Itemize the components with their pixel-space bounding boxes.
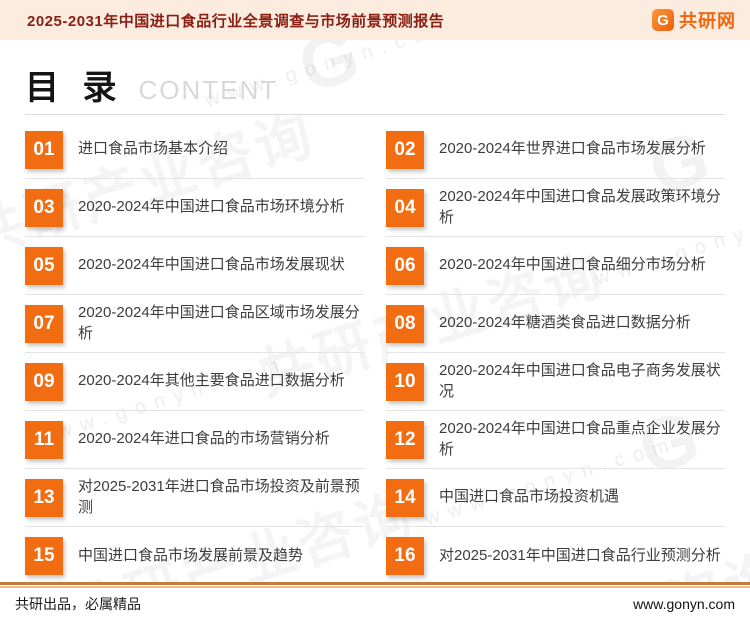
toc-item: 03 2020-2024年中国进口食品市场环境分析 [25,179,364,237]
toc-item-number-badge: 12 [386,421,424,459]
toc-item-number-badge: 15 [25,537,63,575]
toc-item-number-badge: 13 [25,479,63,517]
toc-item: 07 2020-2024年中国进口食品区域市场发展分析 [25,295,364,353]
toc-item-label: 2020-2024年中国进口食品发展政策环境分析 [439,187,725,228]
toc-item-number-badge: 08 [386,305,424,343]
toc-title-zh: 目 录 [25,60,123,109]
toc-item-label: 2020-2024年中国进口食品细分市场分析 [439,255,706,275]
toc-item-number-badge: 03 [25,189,63,227]
toc-item-number-badge: 06 [386,247,424,285]
toc-title-en: CONTENT [138,75,278,106]
footer-bar: 共研出品，必属精品 www.gonyn.com [0,582,750,622]
toc-item: 12 2020-2024年中国进口食品重点企业发展分析 [386,411,725,469]
toc-heading: 目 录 CONTENT [25,60,725,106]
toc-item: 10 2020-2024年中国进口食品电子商务发展状况 [386,353,725,411]
toc-item-label: 中国进口食品市场投资机遇 [439,487,619,507]
toc-item: 05 2020-2024年中国进口食品市场发展现状 [25,237,364,295]
toc-item: 01 进口食品市场基本介绍 [25,121,364,179]
toc-item-number-badge: 05 [25,247,63,285]
toc-item-number-badge: 04 [386,189,424,227]
toc-item: 15 中国进口食品市场发展前景及趋势 [25,527,364,585]
toc-item-label: 2020-2024年世界进口食品市场发展分析 [439,139,706,159]
toc-item-label: 2020-2024年中国进口食品电子商务发展状况 [439,361,725,402]
header-bar: 2025-2031年中国进口食品行业全景调查与市场前景预测报告 G 共研网 [0,0,750,40]
toc-columns: 01 进口食品市场基本介绍 03 2020-2024年中国进口食品市场环境分析 … [25,121,725,585]
toc-item-label: 进口食品市场基本介绍 [78,139,228,159]
toc-item: 11 2020-2024年进口食品的市场营销分析 [25,411,364,469]
toc-item-number-badge: 07 [25,305,63,343]
toc-item-label: 2020-2024年中国进口食品市场发展现状 [78,255,345,275]
toc-column-left: 01 进口食品市场基本介绍 03 2020-2024年中国进口食品市场环境分析 … [25,121,364,585]
toc-item-number-badge: 11 [25,421,63,459]
toc-item: 04 2020-2024年中国进口食品发展政策环境分析 [386,179,725,237]
toc-item-label: 2020-2024年其他主要食品进口数据分析 [78,371,345,391]
toc-item: 13 对2025-2031年进口食品市场投资及前景预测 [25,469,364,527]
toc-item-number-badge: 09 [25,363,63,401]
toc-item: 14 中国进口食品市场投资机遇 [386,469,725,527]
toc-item-number-badge: 01 [25,131,63,169]
toc-page: 目 录 CONTENT 01 进口食品市场基本介绍 03 2020-2024年中… [0,40,750,585]
toc-item: 02 2020-2024年世界进口食品市场发展分析 [386,121,725,179]
toc-item-label: 2020-2024年糖酒类食品进口数据分析 [439,313,691,333]
toc-column-right: 02 2020-2024年世界进口食品市场发展分析 04 2020-2024年中… [386,121,725,585]
toc-item-number-badge: 02 [386,131,424,169]
heading-divider [25,114,725,115]
footer-website-link[interactable]: www.gonyn.com [633,596,735,612]
toc-item-number-badge: 10 [386,363,424,401]
footer-slogan: 共研出品，必属精品 [15,594,141,614]
report-title: 2025-2031年中国进口食品行业全景调查与市场前景预测报告 [27,10,444,31]
footer-divider-dark [0,582,750,585]
toc-item-label: 2020-2024年中国进口食品市场环境分析 [78,197,345,217]
toc-item: 16 对2025-2031年中国进口食品行业预测分析 [386,527,725,585]
toc-item-number-badge: 14 [386,479,424,517]
toc-item-label: 对2025-2031年中国进口食品行业预测分析 [439,546,721,566]
toc-item: 08 2020-2024年糖酒类食品进口数据分析 [386,295,725,353]
toc-item-label: 2020-2024年进口食品的市场营销分析 [78,429,330,449]
toc-item: 06 2020-2024年中国进口食品细分市场分析 [386,237,725,295]
gonyn-logo-icon: G [652,9,674,31]
toc-item-label: 2020-2024年中国进口食品区域市场发展分析 [78,303,364,344]
toc-item: 09 2020-2024年其他主要食品进口数据分析 [25,353,364,411]
gonyn-logo[interactable]: G 共研网 [652,7,736,33]
gonyn-logo-text: 共研网 [679,7,736,33]
toc-item-label: 中国进口食品市场发展前景及趋势 [78,546,303,566]
toc-item-label: 2020-2024年中国进口食品重点企业发展分析 [439,419,725,460]
toc-item-number-badge: 16 [386,537,424,575]
toc-item-label: 对2025-2031年进口食品市场投资及前景预测 [78,477,364,518]
